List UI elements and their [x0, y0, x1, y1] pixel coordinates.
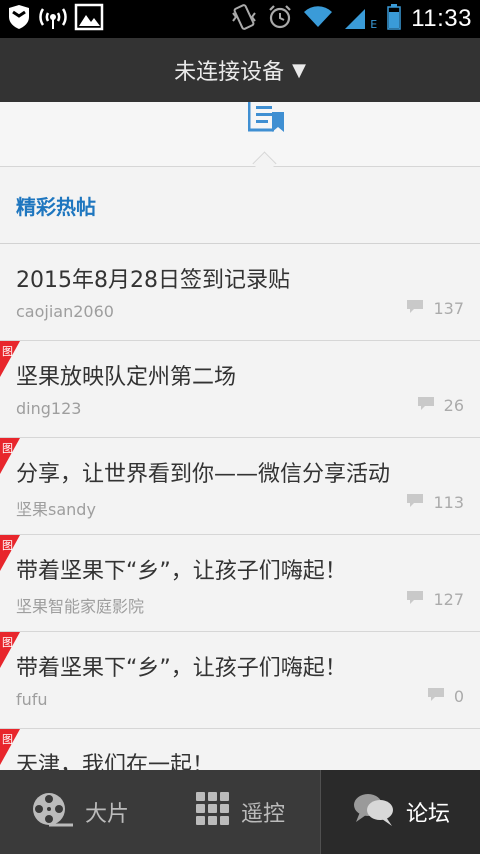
post-item[interactable]: 2015年8月28日签到记录贴 caojian2060 137: [0, 244, 480, 341]
badge-label: 图: [2, 636, 13, 649]
comment-icon: [426, 686, 446, 706]
badge-label: 图: [2, 733, 13, 746]
post-author: caojian2060: [16, 302, 114, 321]
reply-count: 137: [405, 298, 464, 318]
comment-icon: [405, 298, 425, 318]
reply-count-value: 0: [453, 686, 464, 706]
film-reel-icon: [31, 789, 75, 835]
post-item[interactable]: 图 带着坚果下“乡”，让孩子们嗨起！ fufu 0: [0, 632, 480, 729]
post-title: 带着坚果下“乡”，让孩子们嗨起！: [16, 559, 347, 584]
comment-icon: [405, 589, 425, 609]
post-item[interactable]: 图 带着坚果下“乡”，让孩子们嗨起！ 坚果智能家庭影院 127: [0, 535, 480, 632]
alarm-icon: [267, 4, 293, 34]
comment-icon: [405, 492, 425, 512]
reply-count-value: 137: [433, 298, 464, 318]
tab-forum[interactable]: 论坛: [320, 770, 480, 854]
post-author: fufu: [16, 690, 48, 709]
post-item[interactable]: 图 坚果放映队定州第二场 ding123 26: [0, 341, 480, 438]
signal-icon: E: [343, 7, 377, 31]
forum-banner: [0, 102, 480, 176]
wifi-icon: [303, 5, 333, 33]
post-author: 坚果智能家庭影院: [16, 597, 145, 616]
comment-icon: [416, 395, 436, 415]
badge-label: 图: [2, 345, 13, 358]
battery-icon: [387, 4, 401, 34]
forum-content[interactable]: 精彩热帖 2015年8月28日签到记录贴 caojian2060 137 图 坚…: [0, 102, 480, 770]
post-title: 分享，让世界看到你——微信分享活动: [16, 462, 391, 487]
reply-count: 0: [426, 686, 464, 706]
reply-count: 127: [405, 589, 464, 609]
chat-bubbles-icon: [352, 790, 396, 834]
post-item[interactable]: 图 分享，让世界看到你——微信分享活动 坚果sandy 113: [0, 438, 480, 535]
post-title: 坚果放映队定州第二场: [16, 365, 237, 390]
device-selector-button[interactable]: 未连接设备 ▼: [174, 54, 306, 86]
post-title: 2015年8月28日签到记录贴: [16, 268, 290, 293]
reply-count-value: 113: [433, 492, 464, 512]
image-icon: [74, 2, 104, 36]
section-title: 精彩热帖: [0, 167, 480, 244]
tab-remote[interactable]: 遥控: [160, 770, 320, 854]
reply-count: 113: [405, 492, 464, 512]
post-title: 带着坚果下“乡”，让孩子们嗨起！: [16, 656, 347, 681]
post-author: ding123: [16, 399, 82, 418]
grid-icon: [195, 791, 231, 833]
post-author: 坚果sandy: [16, 500, 96, 519]
caret-down-icon: ▼: [292, 59, 306, 81]
post-title: 天津，我们在一起！: [16, 753, 215, 770]
tab-movies[interactable]: 大片: [0, 770, 160, 854]
status-bar: E 11:33: [0, 0, 480, 38]
title-bar: 未连接设备 ▼: [0, 38, 480, 102]
shield-icon: [6, 4, 32, 34]
document-bookmark-icon[interactable]: [247, 102, 290, 138]
badge-label: 图: [2, 442, 13, 455]
tab-label: 论坛: [405, 802, 450, 827]
post-list: 2015年8月28日签到记录贴 caojian2060 137 图 坚果放映队定…: [0, 244, 480, 770]
reply-count-value: 127: [433, 589, 464, 609]
vibrate-icon: [231, 3, 257, 35]
wifi-hotspot-icon: [38, 2, 68, 36]
tab-label: 遥控: [240, 802, 285, 827]
badge-label: 图: [2, 539, 13, 552]
post-item[interactable]: 图 天津，我们在一起！: [0, 729, 480, 770]
bottom-navigation: 大片 遥控 论坛: [0, 770, 480, 854]
reply-count-value: 26: [443, 395, 464, 415]
reply-count: 26: [416, 395, 464, 415]
clock: 11:33: [411, 5, 472, 32]
tab-label: 大片: [84, 802, 129, 827]
device-status-label: 未连接设备: [174, 60, 285, 85]
network-type-label: E: [370, 18, 378, 31]
